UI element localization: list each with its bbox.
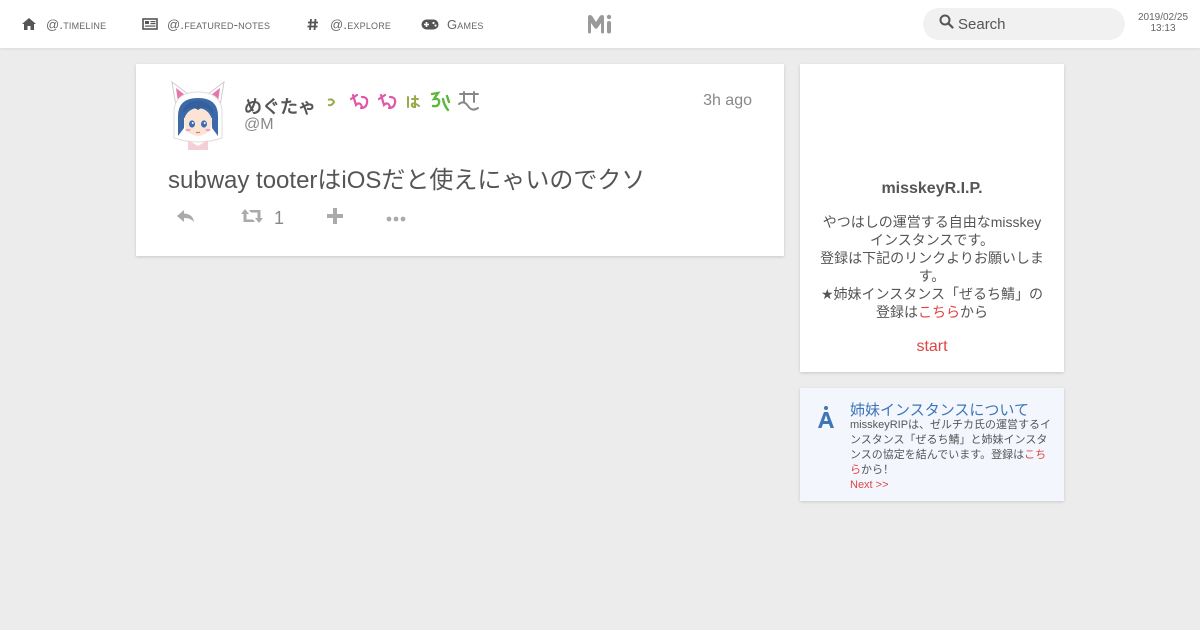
instance-desc-line-2: 登録は下記のリンクよりお願いします。 bbox=[820, 250, 1044, 284]
misskey-logo-icon[interactable] bbox=[586, 12, 614, 36]
search-icon bbox=[939, 14, 954, 34]
sister-body-suffix: から！ bbox=[861, 464, 894, 476]
custom-emoji-icon bbox=[404, 93, 424, 116]
next-link[interactable]: Next >> bbox=[850, 479, 889, 491]
sister-body-text: misskeyRIPは、ゼルチカ氏の運営するインスタンス「ぜるち鯖」と姉妹インス… bbox=[850, 419, 1052, 461]
instance-desc-line-1: やつはしの運営する自由なmisskeyインスタンスです。 bbox=[822, 214, 1042, 248]
avatar[interactable] bbox=[168, 80, 228, 150]
instance-description: やつはしの運営する自由なmisskeyインスタンスです。 登録は下記のリンクより… bbox=[816, 213, 1048, 321]
top-navigation-bar: @.timeline @.featured-notes @.explore Ga… bbox=[0, 0, 1200, 48]
sister-register-link[interactable]: こちら bbox=[918, 304, 960, 320]
sister-card-body: misskeyRIPは、ゼルチカ氏の運営するインスタンス「ぜるち鯖」と姉妹インス… bbox=[850, 418, 1054, 478]
custom-emoji-icon bbox=[324, 94, 344, 115]
reaction-button[interactable] bbox=[326, 204, 344, 232]
user-handle[interactable]: @M bbox=[244, 116, 274, 134]
instance-info-card: misskeyR.I.P. やつはしの運営する自由なmisskeyインスタンスで… bbox=[800, 64, 1064, 372]
instance-desc-line-3: ★姉妹インスタンス「ぜるち鯖」の登録はこちらから bbox=[816, 285, 1048, 321]
custom-emoji-icon bbox=[428, 90, 452, 119]
nav-games-label: Games bbox=[447, 16, 484, 32]
instance-desc-suffix: から bbox=[960, 304, 988, 320]
nav-timeline[interactable]: @.timeline bbox=[20, 0, 106, 48]
clock: 2019/02/25 13:13 bbox=[1134, 12, 1192, 34]
custom-emoji-icon bbox=[456, 90, 482, 119]
nav-games[interactable]: Games bbox=[421, 0, 484, 48]
newspaper-icon bbox=[141, 17, 159, 31]
hashtag-icon bbox=[304, 17, 322, 31]
custom-emoji-icon bbox=[376, 91, 400, 118]
clock-date: 2019/02/25 bbox=[1137, 12, 1189, 23]
start-link[interactable]: start bbox=[800, 338, 1064, 356]
note-text: subway tooterはiOSだと使えにゃいのでクソ bbox=[168, 167, 646, 194]
instance-title: misskeyR.I.P. bbox=[881, 180, 983, 197]
search-box[interactable] bbox=[923, 8, 1125, 40]
retweet-icon bbox=[240, 207, 264, 230]
plus-icon bbox=[326, 207, 344, 230]
renote-count: 1 bbox=[274, 207, 285, 228]
nav-explore[interactable]: @.explore bbox=[304, 0, 391, 48]
nav-explore-label: @.explore bbox=[330, 16, 392, 32]
clock-time: 13:13 bbox=[1150, 23, 1176, 34]
sister-instance-card: 姉妹インスタンスについて misskeyRIPは、ゼルチカ氏の運営するインスタン… bbox=[800, 388, 1064, 501]
gamepad-icon bbox=[421, 17, 439, 31]
custom-emoji-row bbox=[324, 90, 482, 119]
nav-timeline-label: @.timeline bbox=[46, 16, 107, 32]
note-timestamp[interactable]: 3h ago bbox=[703, 92, 752, 110]
more-button[interactable] bbox=[386, 204, 406, 232]
search-input[interactable] bbox=[958, 15, 1118, 33]
note-card: めぐたゃ @M 3h ago subway tooterはiOSだと使えにゃいの… bbox=[136, 64, 784, 256]
sister-card-title[interactable]: 姉妹インスタンスについて bbox=[850, 399, 1029, 420]
reply-button[interactable] bbox=[176, 204, 196, 232]
font-icon bbox=[816, 402, 836, 430]
nav-featured-notes-label: @.featured-notes bbox=[167, 16, 271, 32]
home-icon bbox=[20, 17, 38, 31]
renote-button[interactable]: 1 bbox=[240, 204, 284, 232]
nav-featured-notes[interactable]: @.featured-notes bbox=[141, 0, 270, 48]
custom-emoji-icon bbox=[348, 91, 372, 118]
reply-icon bbox=[176, 208, 196, 229]
ellipsis-icon bbox=[386, 209, 406, 227]
